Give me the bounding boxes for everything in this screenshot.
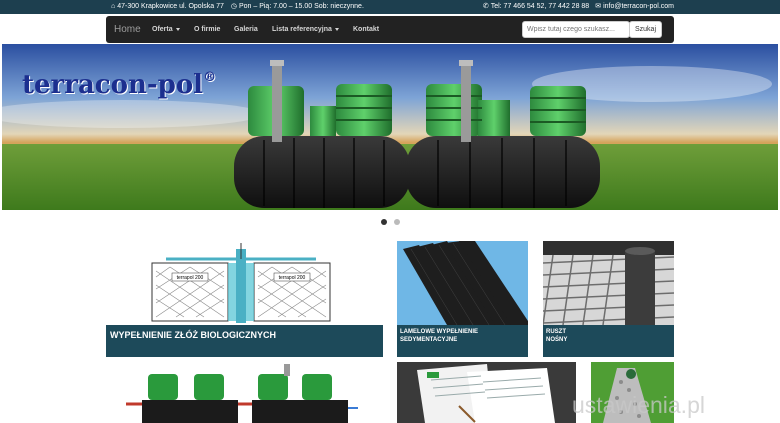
nav-item-kontakt[interactable]: Kontakt xyxy=(353,26,379,33)
slider-dot-2[interactable] xyxy=(394,219,400,225)
bio-filling-caption[interactable]: WYPEŁNIENIE ZŁÓŻ BIOLOGICZNYCH xyxy=(106,325,383,357)
address-info: ⌂ 47-300 Krapkowice ul. Opolska 77 xyxy=(111,3,224,10)
tank-label-right: terrapol 200 xyxy=(279,275,306,281)
nav-item-oferta[interactable]: Oferta xyxy=(152,26,180,33)
ruszt-nosny-image xyxy=(543,241,674,326)
tanks-diagram-image xyxy=(106,362,383,423)
documents-image xyxy=(397,362,576,423)
tile-bio-filling[interactable]: terrapol 200 terrapol 200 WYPEŁNIENIE ZŁ… xyxy=(106,241,383,357)
phone-icon: ✆ xyxy=(482,3,489,10)
chevron-down-icon xyxy=(175,27,180,31)
top-info-bar: ⌂ 47-300 Krapkowice ul. Opolska 77 ◷ Pon… xyxy=(0,0,780,14)
chevron-down-icon xyxy=(334,27,339,31)
tile-tanks-diagram[interactable] xyxy=(106,362,383,423)
home-icon: ⌂ xyxy=(111,3,116,10)
opening-hours: ◷ Pon – Pią: 7.00 – 15.00 Sob: nieczynne… xyxy=(231,3,364,10)
lamel-filling-caption[interactable]: LAMELOWE WYPEŁNIENIE SEDYMENTACYJNE xyxy=(397,325,528,357)
phone-info: ✆ Tel: 77 466 54 52, 77 442 28 88 xyxy=(483,3,589,10)
search-input[interactable] xyxy=(522,21,630,38)
slider-indicators xyxy=(381,219,400,225)
lamel-filling-image xyxy=(397,241,528,326)
clock-icon: ◷ xyxy=(230,3,237,10)
envelope-icon: ✉ xyxy=(595,3,602,10)
ruszt-nosny-caption[interactable]: RUSZT NOŚNY xyxy=(543,325,674,357)
hours-text: Pon – Pią: 7.00 – 15.00 Sob: nieczynne. xyxy=(238,3,364,10)
bio-filling-diagram: terrapol 200 terrapol 200 xyxy=(106,241,383,325)
tile-ruszt-nosny[interactable]: RUSZT NOŚNY xyxy=(543,241,674,357)
phone-text: Tel: 77 466 54 52, 77 442 28 88 xyxy=(490,3,590,10)
tank-label-left: terrapol 200 xyxy=(177,275,204,281)
nav-item-lista-referencyjna[interactable]: Lista referencyjna xyxy=(272,26,339,33)
main-navbar: Home Oferta O firmie Galeria Lista refer… xyxy=(106,16,674,43)
watermark: ustawienia.pl xyxy=(572,392,705,418)
address-text: 47-300 Krapkowice ul. Opolska 77 xyxy=(117,3,224,10)
slider-dot-1[interactable] xyxy=(381,219,387,225)
hero-slider: terracon-pol® xyxy=(2,44,778,210)
search-button[interactable]: Szukaj xyxy=(629,21,662,38)
email-link[interactable]: info@terracon-pol.com xyxy=(603,3,674,10)
nav-home-link[interactable]: Home xyxy=(114,24,141,35)
hero-image xyxy=(2,44,778,210)
email-info[interactable]: ✉ info@terracon-pol.com xyxy=(595,3,674,10)
tile-documents[interactable] xyxy=(397,362,576,423)
tile-lamel-filling[interactable]: LAMELOWE WYPEŁNIENIE SEDYMENTACYJNE xyxy=(397,241,528,357)
nav-item-galeria[interactable]: Galeria xyxy=(234,26,258,33)
hero-logo: terracon-pol® xyxy=(22,70,217,100)
nav-item-o-firmie[interactable]: O firmie xyxy=(194,26,220,33)
